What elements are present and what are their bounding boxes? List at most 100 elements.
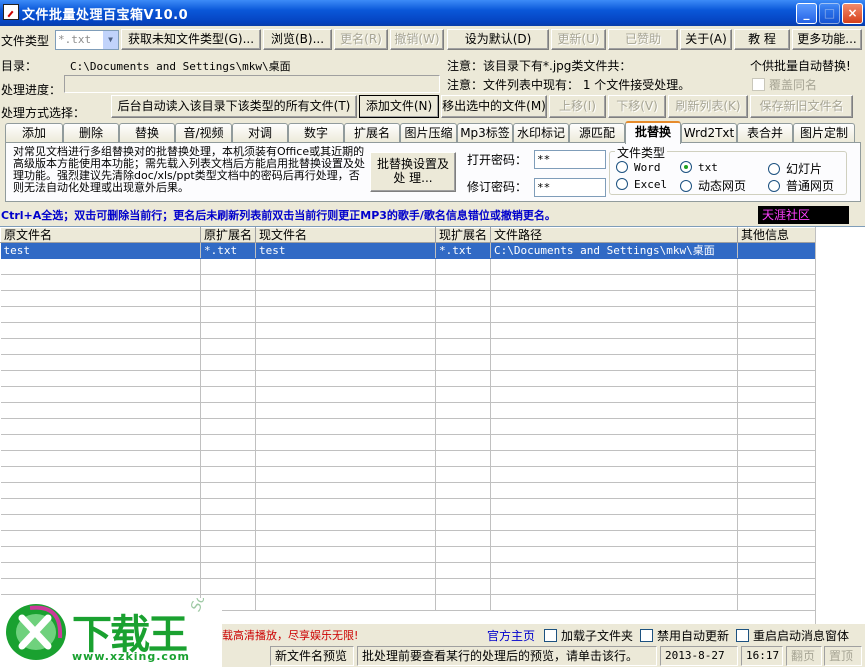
tutorial-button[interactable]: 教 程 [734, 29, 790, 50]
file-table: 原文件名 原扩展名 现文件名 现扩展名 文件路径 其他信息 test *.txt… [0, 227, 821, 611]
preview-button[interactable]: 新文件名预览 [270, 646, 354, 666]
tab-mp3-tag[interactable]: Mp3标签 [457, 123, 513, 143]
open-password-input[interactable]: ** [534, 150, 606, 169]
table-cell: test [255, 242, 437, 259]
more-features-button[interactable]: 更多功能... [792, 29, 862, 50]
empty-table-cell [200, 290, 257, 307]
radio-dynamic-web[interactable]: 动态网页 [680, 177, 746, 194]
tab-table-merge[interactable]: 表合并 [737, 123, 793, 143]
empty-table-cell [200, 306, 257, 323]
title-bar[interactable]: 文件批量处理百宝箱V10.0 _ □ × [0, 0, 865, 26]
disable-update-checkbox[interactable]: 禁用自动更新 [640, 627, 729, 644]
column-header[interactable]: 现扩展名 [435, 227, 492, 243]
empty-table-cell [435, 370, 492, 387]
move-up-button[interactable]: 上移(I) [549, 95, 606, 118]
empty-table-cell [200, 514, 257, 531]
radio-txt[interactable]: txt [680, 161, 718, 174]
chevron-down-icon[interactable]: ▼ [103, 31, 118, 49]
radio-slideshow[interactable]: 幻灯片 [768, 160, 822, 177]
empty-table-cell [255, 530, 437, 547]
overwrite-checkbox[interactable]: 覆盖同名 [752, 76, 817, 93]
checkbox-icon [544, 629, 557, 642]
browse-button[interactable]: 浏览(B)... [263, 29, 332, 50]
undo-button[interactable]: 撤销(W) [390, 29, 444, 50]
empty-table-cell [435, 578, 492, 595]
tab-extension[interactable]: 扩展名 [344, 123, 400, 143]
tab-swap[interactable]: 对调 [232, 123, 288, 143]
table-row[interactable]: test *.txt test *.txt C:\Documents and S… [0, 242, 821, 259]
empty-table-cell [0, 562, 201, 579]
save-names-button[interactable]: 保存新旧文件名 [750, 95, 853, 118]
empty-table-cell [0, 322, 201, 339]
radio-dynamic-web-label: 动态网页 [698, 179, 747, 193]
refresh-list-button[interactable]: 刷新列表(K) [668, 95, 748, 118]
tab-audio-video[interactable]: 音/视频 [175, 123, 232, 143]
get-unknown-type-button[interactable]: 获取未知文件类型(G)... [121, 29, 261, 50]
close-button[interactable]: × [842, 3, 863, 24]
column-header[interactable]: 原文件名 [0, 227, 201, 243]
tab-delete[interactable]: 删除 [63, 123, 119, 143]
empty-table-cell [0, 514, 201, 531]
empty-table-row [0, 322, 821, 339]
empty-table-cell [737, 290, 821, 307]
column-header[interactable]: 其他信息 [737, 227, 821, 243]
tab-image-custom[interactable]: 图片定制 [793, 123, 855, 143]
file-type-select[interactable]: *.txt ▼ [55, 30, 119, 50]
restart-message-checkbox[interactable]: 重启启动消息窗体 [736, 627, 849, 644]
radio-word[interactable]: Word [616, 161, 661, 174]
set-default-button[interactable]: 设为默认(D) [447, 29, 549, 50]
empty-table-cell [200, 386, 257, 403]
load-subfolder-checkbox[interactable]: 加载子文件夹 [544, 627, 633, 644]
tab-watermark[interactable]: 水印标记 [513, 123, 569, 143]
function-tabs: 添加 删除 替换 音/视频 对调 数字 扩展名 图片压缩 Mp3标签 水印标记 … [5, 121, 861, 144]
column-header[interactable]: 文件路径 [490, 227, 739, 243]
tab-number[interactable]: 数字 [288, 123, 344, 143]
table-cell: test [0, 242, 201, 259]
empty-table-cell [490, 450, 739, 467]
donated-button[interactable]: 已赞助 [608, 29, 678, 50]
tab-replace[interactable]: 替换 [119, 123, 175, 143]
pin-top-button[interactable]: 置顶 [824, 646, 862, 666]
empty-table-row [0, 514, 821, 531]
empty-table-cell [490, 386, 739, 403]
remove-selected-button[interactable]: 移出选中的文件(M) [441, 95, 547, 118]
empty-table-cell [255, 434, 437, 451]
page-button[interactable]: 翻页 [786, 646, 822, 666]
auto-read-button[interactable]: 后台自动读入该目录下该类型的所有文件(T) [111, 95, 357, 118]
tab-batch-replace[interactable]: 批替换 [625, 121, 681, 144]
empty-table-cell [255, 562, 437, 579]
empty-table-row [0, 450, 821, 467]
empty-table-row [0, 290, 821, 307]
file-list[interactable]: 原文件名 原扩展名 现文件名 现扩展名 文件路径 其他信息 test *.txt… [0, 226, 865, 624]
empty-table-row [0, 578, 821, 595]
radio-excel[interactable]: Excel [616, 178, 667, 191]
radio-icon [680, 180, 692, 192]
community-badge[interactable]: 天涯社区 [758, 206, 849, 224]
tab-wrd2txt[interactable]: Wrd2Txt [681, 123, 737, 143]
empty-table-cell [435, 450, 492, 467]
radio-static-web[interactable]: 普通网页 [768, 177, 834, 194]
empty-table-row [0, 258, 821, 275]
empty-table-cell [255, 322, 437, 339]
empty-table-row [0, 354, 821, 371]
tab-source-match[interactable]: 源匹配 [569, 123, 625, 143]
rename-button[interactable]: 更名(R) [334, 29, 388, 50]
about-button[interactable]: 关于(A) [680, 29, 732, 50]
empty-table-cell [0, 482, 201, 499]
edit-password-input[interactable]: ** [534, 178, 606, 197]
tab-add[interactable]: 添加 [5, 123, 63, 143]
empty-table-cell [737, 386, 821, 403]
tab-image-compress[interactable]: 图片压缩 [400, 123, 457, 143]
column-header[interactable]: 原扩展名 [199, 227, 257, 243]
disable-update-label: 禁用自动更新 [657, 629, 730, 643]
empty-table-cell [255, 498, 437, 515]
update-button[interactable]: 更新(U) [551, 29, 606, 50]
homepage-link[interactable]: 官方主页 [487, 627, 535, 644]
empty-table-cell [490, 322, 739, 339]
add-file-button[interactable]: 添加文件(N) [359, 95, 439, 118]
batch-replace-settings-button[interactable]: 批替换设置及 处 理... [370, 152, 456, 192]
column-header[interactable]: 现文件名 [255, 227, 437, 243]
move-down-button[interactable]: 下移(V) [608, 95, 666, 118]
maximize-button[interactable]: □ [819, 3, 840, 24]
minimize-button[interactable]: _ [796, 3, 817, 24]
